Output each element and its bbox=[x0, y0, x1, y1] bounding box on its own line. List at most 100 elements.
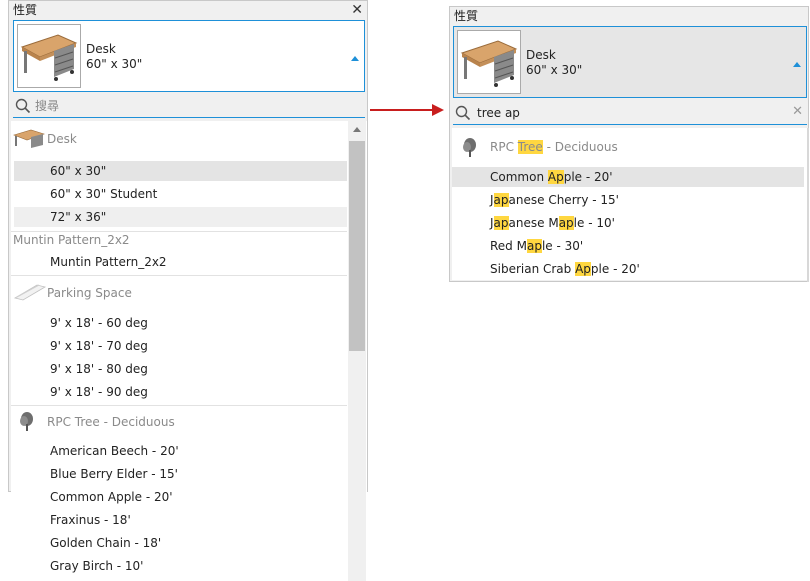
item-label: Muntin Pattern_2x2 bbox=[50, 255, 167, 269]
match-highlight: ap bbox=[558, 216, 574, 230]
category-label: Parking Space bbox=[47, 286, 132, 300]
category-label: RPC Tree - Deciduous bbox=[47, 415, 175, 429]
type-list: Desk 60" x 30" 60" x 30" Student 72" x 3… bbox=[11, 121, 367, 581]
item-label: Golden Chain - 18' bbox=[50, 536, 162, 550]
desk-thumbnail bbox=[457, 30, 521, 94]
result-item[interactable]: Siberian Crab Apple - 20' bbox=[452, 259, 804, 279]
match-highlight: Ap bbox=[547, 170, 564, 184]
type-size: 60" x 30" bbox=[526, 63, 583, 77]
search-bar: ✕ bbox=[453, 103, 807, 125]
result-text: Siberian Crab bbox=[490, 262, 576, 276]
list-item[interactable]: Muntin Pattern_2x2 bbox=[14, 252, 347, 272]
result-item[interactable]: Red Maple - 30' bbox=[452, 236, 804, 256]
result-text: le - 30' bbox=[541, 239, 584, 253]
category-desk: Desk bbox=[11, 128, 346, 150]
item-label: 72" x 36" bbox=[50, 210, 107, 224]
result-text: Common bbox=[490, 170, 548, 184]
dropdown-shadow bbox=[807, 128, 809, 282]
category-rpc-tree: RPC Tree - Deciduous bbox=[452, 136, 804, 158]
list-item[interactable]: Gray Birch - 10' bbox=[14, 556, 347, 576]
separator bbox=[11, 405, 347, 406]
search-icon bbox=[455, 105, 471, 121]
category-muntin: Muntin Pattern_2x2 bbox=[11, 229, 346, 251]
match-highlight: ap bbox=[493, 193, 509, 207]
item-label: 9' x 18' - 80 deg bbox=[50, 362, 148, 376]
desk-icon bbox=[460, 40, 518, 87]
search-input[interactable] bbox=[477, 103, 777, 123]
scroll-thumb[interactable] bbox=[349, 141, 365, 351]
list-item[interactable]: American Beech - 20' bbox=[14, 441, 347, 461]
item-label: Gray Birch - 10' bbox=[50, 559, 144, 573]
properties-panel-right: 性質 Desk 60" x 30" ✕ bbox=[449, 6, 809, 282]
item-label: Fraxinus - 18' bbox=[50, 513, 131, 527]
category-parking-space: Parking Space bbox=[11, 282, 346, 304]
result-text: anese Cherry - 15' bbox=[508, 193, 619, 207]
category-label-part: - Deciduous bbox=[542, 140, 618, 154]
desk-thumbnail bbox=[17, 24, 81, 88]
list-item[interactable]: 9' x 18' - 80 deg bbox=[14, 359, 347, 379]
tree-icon bbox=[463, 138, 476, 157]
result-item[interactable]: Common Apple - 20' bbox=[452, 167, 804, 187]
search-icon bbox=[15, 98, 31, 114]
list-item[interactable]: Golden Chain - 18' bbox=[14, 533, 347, 553]
result-text: ple - 20' bbox=[590, 262, 640, 276]
clear-search-icon[interactable]: ✕ bbox=[792, 104, 803, 119]
item-label: Common Apple - 20' bbox=[50, 490, 173, 504]
list-item[interactable]: 9' x 18' - 70 deg bbox=[14, 336, 347, 356]
type-name: Desk bbox=[86, 42, 116, 56]
result-text: le - 10' bbox=[573, 216, 615, 230]
list-item[interactable]: 9' x 18' - 60 deg bbox=[14, 313, 347, 333]
dropdown-arrow-icon[interactable] bbox=[351, 56, 359, 61]
list-item[interactable]: Common Apple - 20' bbox=[14, 487, 347, 507]
dropdown-arrow-icon[interactable] bbox=[793, 62, 801, 67]
scrollbar[interactable] bbox=[348, 121, 366, 581]
tree-icon bbox=[20, 412, 33, 431]
result-item[interactable]: Japanese Cherry - 15' bbox=[452, 190, 804, 210]
category-label: Muntin Pattern_2x2 bbox=[13, 233, 130, 247]
item-label: 9' x 18' - 90 deg bbox=[50, 385, 148, 399]
result-text: J bbox=[490, 216, 494, 230]
search-input[interactable] bbox=[35, 96, 355, 116]
list-item[interactable]: Blue Berry Elder - 15' bbox=[14, 464, 347, 484]
result-text: anese M bbox=[508, 216, 559, 230]
list-item[interactable]: Fraxinus - 18' bbox=[14, 510, 347, 530]
panel-title: 性質 bbox=[454, 9, 479, 23]
type-selector[interactable]: Desk 60" x 30" bbox=[453, 26, 807, 98]
list-item[interactable]: 60" x 30" Student bbox=[14, 184, 347, 204]
desk-icon bbox=[20, 34, 78, 81]
item-label: 60" x 30" bbox=[50, 164, 107, 178]
properties-panel-left: 性質 ✕ Desk 60" x 30" 搜尋 Desk 60" x 30" 60… bbox=[8, 0, 368, 581]
result-item[interactable]: Japanese Maple - 10' bbox=[452, 213, 804, 233]
type-size: 60" x 30" bbox=[86, 57, 143, 71]
close-icon[interactable]: ✕ bbox=[351, 1, 363, 19]
item-label: American Beech - 20' bbox=[50, 444, 179, 458]
list-item[interactable]: 72" x 36" bbox=[14, 207, 347, 227]
desk-icon bbox=[13, 129, 45, 148]
list-item[interactable]: 9' x 18' - 90 deg bbox=[14, 382, 347, 402]
search-results-list: RPC Tree - Deciduous Common Apple - 20' … bbox=[452, 128, 807, 280]
match-highlight: ap bbox=[526, 239, 542, 253]
type-selector[interactable]: Desk 60" x 30" bbox=[13, 20, 365, 92]
category-label: Desk bbox=[47, 132, 77, 146]
panel-title: 性質 bbox=[13, 3, 38, 17]
item-label: 60" x 30" Student bbox=[50, 187, 158, 201]
red-arrow-head-icon bbox=[432, 104, 444, 116]
parking-space-icon bbox=[13, 284, 47, 301]
type-name: Desk bbox=[526, 48, 556, 62]
category-rpc-tree: RPC Tree - Deciduous bbox=[11, 411, 346, 433]
list-item[interactable]: 60" x 30" bbox=[14, 161, 347, 181]
red-arrow-line bbox=[370, 109, 434, 111]
item-label: Blue Berry Elder - 15' bbox=[50, 467, 178, 481]
result-text: Red M bbox=[490, 239, 527, 253]
separator bbox=[11, 275, 347, 276]
search-bar bbox=[13, 96, 365, 118]
scroll-up-icon[interactable] bbox=[353, 127, 361, 132]
item-label: 9' x 18' - 60 deg bbox=[50, 316, 148, 330]
result-text: J bbox=[490, 193, 494, 207]
match-highlight: Tree bbox=[517, 140, 543, 154]
result-text: ple - 20' bbox=[563, 170, 613, 184]
category-label-part: RPC bbox=[490, 140, 518, 154]
match-highlight: ap bbox=[493, 216, 509, 230]
match-highlight: Ap bbox=[575, 262, 591, 276]
item-label: 9' x 18' - 70 deg bbox=[50, 339, 148, 353]
